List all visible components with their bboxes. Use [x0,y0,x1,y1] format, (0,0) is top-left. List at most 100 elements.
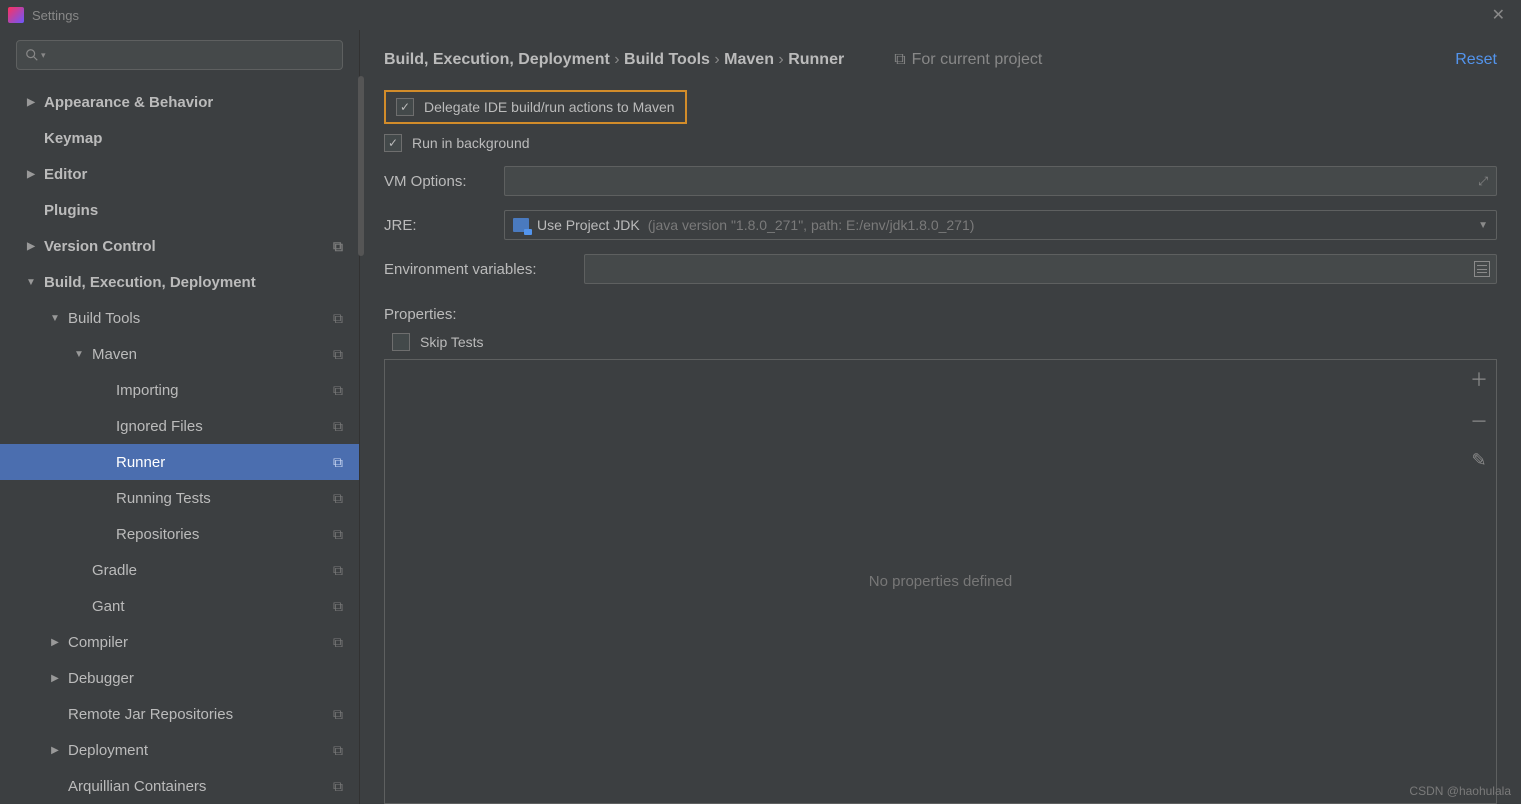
project-scope-icon: ⧉ [333,418,343,435]
delegate-label: Delegate IDE build/run actions to Maven [424,99,675,115]
chevron-down-icon: ▼ [1478,220,1488,231]
project-scope-icon: ⧉ [333,346,343,363]
tree-item[interactable]: ▼Build Tools⧉ [0,300,359,336]
app-logo-icon [8,7,24,23]
tree-item[interactable]: ▼ Build, Execution, Deployment [0,264,359,300]
reset-link[interactable]: Reset [1455,51,1497,69]
add-property-button[interactable]: ＋ [1468,366,1490,392]
tree-item[interactable]: Running Tests⧉ [0,480,359,516]
caret-down-icon[interactable]: ▼ [24,277,38,288]
project-scope-icon: ⧉ [333,706,343,723]
caret-down-icon[interactable]: ▼ [72,349,86,360]
tree-item-label: Ignored Files [116,418,333,435]
project-scope-icon: ⧉ [333,778,343,795]
tree-item[interactable]: Gant⧉ [0,588,359,624]
jre-value: Use Project JDK [537,217,640,233]
caret-right-icon[interactable]: ▶ [48,745,62,756]
sidebar-scrollbar[interactable] [358,76,364,256]
project-scope-icon: ⧉ [333,742,343,759]
tree-item-label: Remote Jar Repositories [68,706,333,723]
vm-options-input[interactable]: ⤢ [504,166,1497,196]
env-vars-input[interactable] [584,254,1497,284]
project-scope-icon: ⧉ [333,454,343,471]
vm-options-label: VM Options: [384,173,504,190]
tree-item[interactable]: Importing⧉ [0,372,359,408]
for-project-badge: ⧉ For current project [894,51,1042,69]
tree-item-label: Arquillian Containers [68,778,333,795]
tree-item[interactable]: Arquillian Containers⧉ [0,768,359,804]
breadcrumb-separator: › [610,51,624,68]
watermark: CSDN @haohulala [1409,784,1511,798]
list-icon[interactable] [1474,261,1490,277]
caret-right-icon[interactable]: ▶ [48,673,62,684]
breadcrumb-item[interactable]: Build Tools [624,51,710,68]
tree-item-label: Appearance & Behavior [44,94,343,111]
skip-tests-checkbox[interactable] [392,333,410,351]
caret-right-icon[interactable]: ▶ [24,169,38,180]
tree-item[interactable]: ▼ Maven⧉ [0,336,359,372]
tree-item-label: Plugins [44,202,343,219]
tree-item[interactable]: Gradle⧉ [0,552,359,588]
breadcrumb-item[interactable]: Runner [788,51,844,68]
tree-item[interactable]: Ignored Files⧉ [0,408,359,444]
env-vars-label: Environment variables: [384,261,584,278]
project-scope-icon: ⧉ [333,562,343,579]
tree-item-label: Runner [116,454,333,471]
breadcrumb-item[interactable]: Build, Execution, Deployment [384,51,610,68]
tree-item[interactable]: Remote Jar Repositories⧉ [0,696,359,732]
remove-property-button[interactable]: － [1468,408,1490,434]
jre-label: JRE: [384,217,504,234]
titlebar: Settings ✕ [0,0,1521,30]
tree-item-label: Deployment [68,742,333,759]
project-scope-icon: ⧉ [333,238,343,255]
settings-tree: ▶ Appearance & Behavior Keymap ▶ Editor Plugi… [0,80,359,804]
tree-item-label: Running Tests [116,490,333,507]
run-background-checkbox[interactable]: ✓ [384,134,402,152]
tree-item-label: Repositories [116,526,333,543]
window-title: Settings [32,8,79,23]
copy-icon: ⧉ [894,51,905,69]
tree-item[interactable]: ▶ Appearance & Behavior [0,84,359,120]
delegate-checkbox[interactable]: ✓ [396,98,414,116]
tree-item-label: Version Control [44,238,333,255]
expand-icon[interactable]: ⤢ [1478,174,1488,189]
tree-item-label: Maven [92,346,333,363]
breadcrumb-separator: › [710,51,724,68]
caret-down-icon[interactable]: ▼ [48,313,62,324]
tree-item[interactable]: ▶ Editor [0,156,359,192]
tree-item-label: Debugger [68,670,343,687]
search-icon [25,48,39,62]
project-scope-icon: ⧉ [333,490,343,507]
tree-item[interactable]: ▶ Version Control⧉ [0,228,359,264]
edit-property-button[interactable]: ✎ [1468,450,1490,471]
caret-right-icon[interactable]: ▶ [24,241,38,252]
tree-item[interactable]: ▶ Debugger [0,660,359,696]
tree-item[interactable]: Keymap [0,120,359,156]
breadcrumb: Build, Execution, Deployment › Build Too… [384,30,1497,90]
jre-hint: (java version "1.8.0_271", path: E:/env/… [648,217,975,233]
properties-placeholder: No properties defined [869,573,1012,590]
close-icon[interactable]: ✕ [1484,5,1513,25]
tree-item-label: Gradle [92,562,333,579]
properties-panel: No properties defined ＋ － ✎ [384,359,1497,804]
breadcrumb-item[interactable]: Maven [724,51,774,68]
skip-tests-label: Skip Tests [420,334,484,350]
project-scope-icon: ⧉ [333,526,343,543]
tree-item-label: Build, Execution, Deployment [44,274,343,291]
tree-item[interactable]: Runner⧉ [0,444,359,480]
project-scope-icon: ⧉ [333,598,343,615]
caret-right-icon[interactable]: ▶ [48,637,62,648]
folder-icon [513,218,529,232]
run-background-label: Run in background [412,135,530,151]
tree-item[interactable]: Repositories⧉ [0,516,359,552]
delegate-checkbox-highlight: ✓ Delegate IDE build/run actions to Mave… [384,90,687,124]
caret-right-icon[interactable]: ▶ [24,97,38,108]
tree-item-label: Editor [44,166,343,183]
tree-item-label: Gant [92,598,333,615]
tree-item[interactable]: ▶Compiler⧉ [0,624,359,660]
tree-item[interactable]: ▶ Deployment⧉ [0,732,359,768]
tree-item[interactable]: Plugins [0,192,359,228]
search-input[interactable]: ▾ [16,40,343,70]
tree-item-label: Build Tools [68,310,333,327]
jre-dropdown[interactable]: Use Project JDK (java version "1.8.0_271… [504,210,1497,240]
